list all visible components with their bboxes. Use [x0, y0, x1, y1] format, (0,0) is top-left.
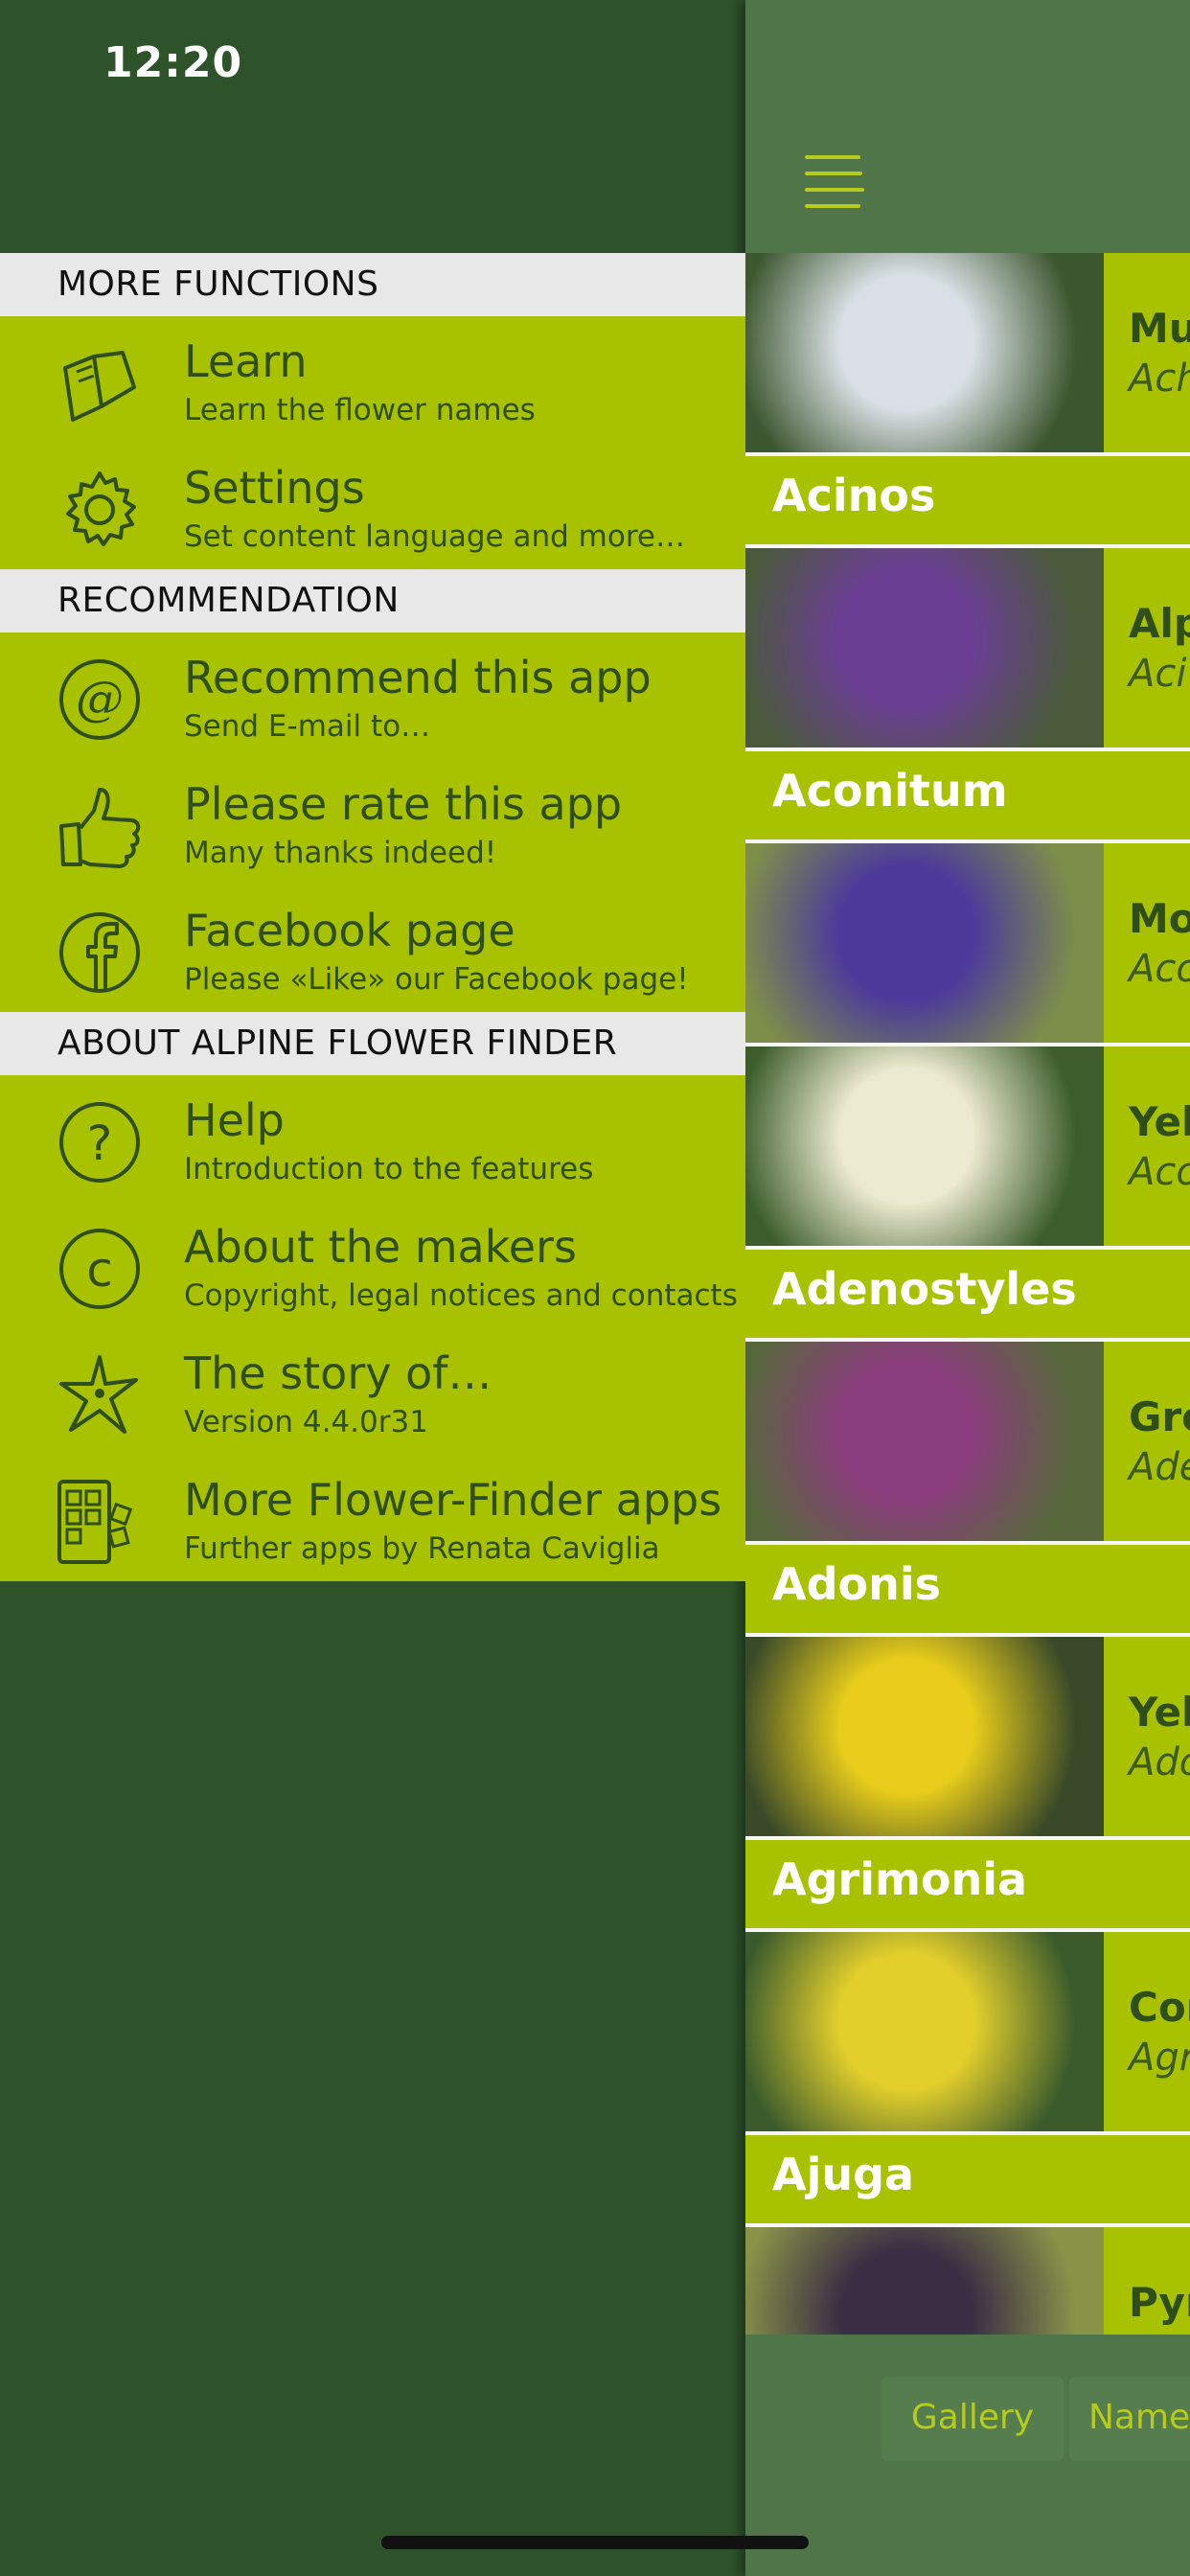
flower-row[interactable]: MuAch: [745, 253, 1190, 452]
flower-thumbnail: [745, 2227, 1104, 2334]
hamburger-menu-icon[interactable]: [805, 155, 870, 220]
genus-header: Acinos: [745, 456, 1190, 544]
menu-item-subtitle: Further apps by Renata Caviglia: [184, 1531, 660, 1566]
genus-header: Ajuga: [745, 2135, 1190, 2223]
menu-item-learn[interactable]: Learn Learn the flower names: [0, 316, 745, 443]
flower-thumbnail: [745, 253, 1104, 452]
flower-latin-name: Ado: [1129, 1740, 1190, 1784]
flower-latin-name: Aco: [1129, 947, 1190, 991]
menu-item-title: Facebook page: [184, 905, 515, 956]
flower-row[interactable]: Yel Aco: [745, 1046, 1190, 1246]
flower-common-name: Gre: [1129, 1393, 1190, 1440]
menu-item-subtitle: Send E-mail to…: [184, 709, 431, 744]
menu-item-subtitle: Set content language and more…: [184, 519, 685, 554]
help-icon: ?: [56, 1098, 144, 1186]
menu-item-please-rate-this-app[interactable]: Please rate this app Many thanks indeed!: [0, 759, 745, 886]
tab-names[interactable]: Name: [1069, 2377, 1190, 2461]
genus-header: Aconitum: [745, 751, 1190, 840]
flower-latin-name: Agr: [1129, 2036, 1190, 2080]
gear-icon: [56, 466, 144, 554]
flower-list[interactable]: MuAchAcinosAlpAciAconitumMoAcoYelAcoAden…: [745, 253, 1190, 2334]
tab-gallery[interactable]: Gallery: [881, 2377, 1064, 2461]
menu-item-subtitle: Version 4.4.0r31: [184, 1405, 428, 1439]
menu-item-title: Please rate this app: [184, 778, 623, 830]
menu-item-subtitle: Learn the flower names: [184, 393, 536, 427]
flower-row[interactable]: Pyr: [745, 2227, 1190, 2334]
genus-header: Adonis: [745, 1545, 1190, 1633]
book-icon: [56, 339, 144, 427]
flower-thumbnail: [745, 1046, 1104, 1246]
svg-text:@: @: [76, 671, 124, 726]
svg-text:?: ?: [87, 1116, 113, 1171]
side-menu: MORE FUNCTIONS Learn Learn the flower name…: [0, 253, 745, 1581]
section-header: MORE FUNCTIONS: [0, 253, 745, 316]
menu-item-title: About the makers: [184, 1221, 577, 1273]
thumbs-up-icon: [56, 782, 144, 870]
flower-row[interactable]: YelAdo: [745, 1637, 1190, 1836]
flower-row[interactable]: Mo Aco: [745, 843, 1190, 1043]
flower-list-panel: MuAchAcinosAlpAciAconitumMoAcoYelAcoAden…: [745, 0, 1190, 2576]
menu-item-facebook-page[interactable]: Facebook page Please «Like» our Facebook …: [0, 886, 745, 1012]
genus-header: Agrimonia: [745, 1840, 1190, 1928]
facebook-icon: [56, 908, 144, 997]
menu-item-about-the-makers[interactable]: c About the makers Copyright, legal notice…: [0, 1202, 745, 1328]
svg-text:c: c: [86, 1242, 113, 1298]
menu-item-title: The story of…: [184, 1347, 492, 1399]
flower-thumbnail: [745, 1637, 1104, 1836]
flower-row[interactable]: Cor Agr: [745, 1932, 1190, 2131]
flower-thumbnail: [745, 548, 1104, 748]
menu-item-subtitle: Many thanks indeed!: [184, 836, 497, 870]
at-icon: @: [56, 656, 144, 744]
flower-row[interactable]: Alp Aci: [745, 548, 1190, 748]
menu-item-subtitle: Copyright, legal notices and contacts: [184, 1278, 738, 1313]
flower-common-name: Yel: [1129, 1098, 1190, 1145]
home-indicator[interactable]: [381, 2536, 809, 2549]
section-header: ABOUT ALPINE FLOWER FINDER: [0, 1012, 745, 1075]
menu-item-title: Learn: [184, 335, 308, 387]
flower-latin-name: Aco: [1129, 1150, 1190, 1194]
menu-item-title: Recommend this app: [184, 652, 652, 703]
flower-latin-name: Aci: [1129, 652, 1187, 696]
flower-thumbnail: [745, 843, 1104, 1043]
menu-item-subtitle: Introduction to the features: [184, 1152, 594, 1186]
flower-common-name: Yel: [1129, 1689, 1190, 1736]
star-flower-icon: [56, 1351, 144, 1439]
menu-item-subtitle: Please «Like» our Facebook page!: [184, 962, 689, 997]
flower-thumbnail: [745, 1932, 1104, 2131]
menu-item-title: Help: [184, 1094, 285, 1146]
tab-bar: Gallery Name: [745, 2334, 1190, 2576]
flower-common-name: Mu: [1129, 305, 1190, 352]
menu-item-settings[interactable]: Settings Set content language and more…: [0, 443, 745, 569]
menu-item-title: Settings: [184, 462, 365, 514]
flower-thumbnail: [745, 1342, 1104, 1541]
flower-latin-name: Ade: [1129, 1445, 1190, 1489]
menu-item-help[interactable]: ? Help Introduction to the features: [0, 1075, 745, 1202]
flower-row[interactable]: Gre Ade: [745, 1342, 1190, 1541]
flower-common-name: Cor: [1129, 1984, 1190, 2031]
copyright-icon: c: [56, 1225, 144, 1313]
apps-icon: [56, 1478, 144, 1566]
menu-item-the-story-of[interactable]: The story of… Version 4.4.0r31: [0, 1328, 745, 1455]
menu-item-title: More Flower-Finder apps: [184, 1474, 722, 1526]
status-time: 12:20: [103, 38, 243, 87]
flower-common-name: Alp: [1129, 600, 1190, 647]
menu-item-recommend-this-app[interactable]: @ Recommend this app Send E-mail to…: [0, 632, 745, 759]
section-header: RECOMMENDATION: [0, 569, 745, 632]
flower-latin-name: Ach: [1129, 356, 1190, 401]
flower-common-name: Pyr: [1129, 2279, 1190, 2326]
menu-item-more-flower-finder-apps[interactable]: More Flower-Finder apps Further apps by R…: [0, 1455, 745, 1581]
genus-header: Adenostyles: [745, 1250, 1190, 1338]
flower-common-name: Mo: [1129, 895, 1190, 942]
